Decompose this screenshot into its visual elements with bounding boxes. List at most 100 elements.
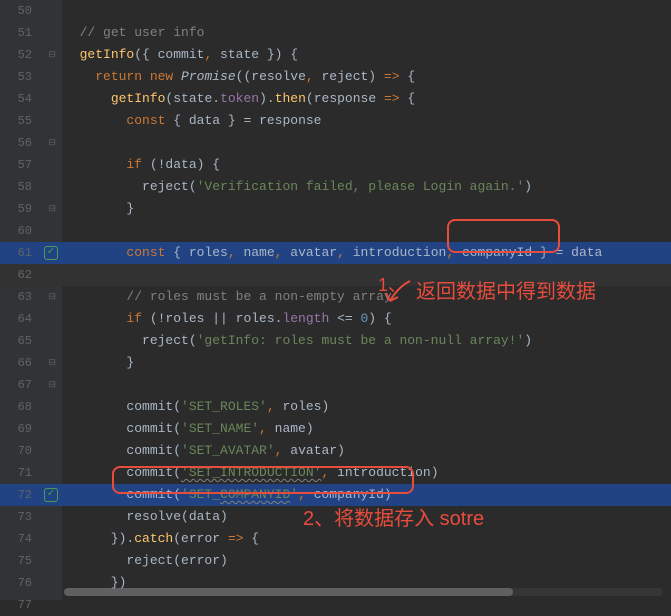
code-line[interactable] [62,220,671,242]
code-line[interactable]: const { roles, name, avatar, introductio… [62,242,671,264]
scrollbar-thumb[interactable] [64,588,513,596]
code-line[interactable]: reject(error) [62,550,671,572]
line-number[interactable]: 72 [8,484,32,506]
code-line[interactable]: getInfo(state.token).then(response => { [62,88,671,110]
code-line[interactable]: commit('SET_COMPANYID', companyId) [62,484,671,506]
code-token: { [173,113,189,128]
line-number[interactable]: 76 [8,572,32,594]
line-number[interactable]: 54 [8,88,32,110]
line-number[interactable]: 65 [8,330,32,352]
code-token: token [220,91,259,106]
fold-icon[interactable]: ⊟ [48,352,56,374]
code-line[interactable]: resolve(data) [62,506,671,528]
gutter-line: 68 [0,396,62,418]
code-line[interactable]: reject('Verification failed, please Logi… [62,176,671,198]
line-number[interactable]: 69 [8,418,32,440]
code-line[interactable]: // roles must be a non-empty array [62,286,671,308]
code-token: ( [306,91,314,106]
line-number[interactable]: 70 [8,440,32,462]
line-number[interactable]: 71 [8,462,32,484]
code-line[interactable] [62,594,671,616]
code-line[interactable]: } [62,198,671,220]
code-line[interactable] [62,374,671,396]
line-number[interactable]: 75 [8,550,32,572]
code-line[interactable]: if (!data) { [62,154,671,176]
gutter: 505152 ⊟ 53545556 ⊟ 575859 ⊟ 6061 ✓ 6263 ⊟ 646566 ⊟… [0,0,62,600]
line-number[interactable]: 66 [8,352,32,374]
line-number[interactable]: 63 [8,286,32,308]
horizontal-scrollbar[interactable] [64,588,663,596]
code-token: (!roles || roles. [150,311,283,326]
line-number[interactable]: 56 [8,132,32,154]
line-number[interactable]: 50 [8,0,32,22]
line-number[interactable]: 53 [8,66,32,88]
vcs-change-icon: ✓ [44,488,58,502]
code-token: , [204,47,220,62]
code-line[interactable] [62,132,671,154]
code-token: 'getInfo: roles must be a non-null array… [197,333,525,348]
code-line[interactable]: commit('SET_NAME', name) [62,418,671,440]
line-number[interactable]: 77 [8,594,32,616]
fold-icon[interactable]: ⊟ [48,132,56,154]
fold-icon[interactable]: ⊟ [48,198,56,220]
code-token [64,47,80,62]
code-line[interactable]: return new Promise((resolve, reject) => … [62,66,671,88]
code-line[interactable]: commit('SET_ROLES', roles) [62,396,671,418]
code-token: { [407,69,415,84]
line-number[interactable]: 64 [8,308,32,330]
code-line[interactable]: }).catch(error => { [62,528,671,550]
code-line[interactable] [62,264,671,286]
line-number[interactable]: 74 [8,528,32,550]
code-token: // get user info [80,25,205,40]
gutter-line: 54 [0,88,62,110]
code-line[interactable]: commit('SET_INTRODUCTION', introduction) [62,462,671,484]
line-number[interactable]: 68 [8,396,32,418]
code-area[interactable]: // get user info getInfo({ commit, state… [62,0,671,600]
code-token: commit( [126,399,181,414]
line-number[interactable]: 60 [8,220,32,242]
code-token: 'SET_ [181,487,220,502]
code-token: 'SET_AVATAR' [181,443,275,458]
line-number[interactable]: 67 [8,374,32,396]
line-number[interactable]: 59 [8,198,32,220]
code-line[interactable]: } [62,352,671,374]
code-line[interactable]: getInfo({ commit, state }) { [62,44,671,66]
gutter-line: 50 [0,0,62,22]
code-token [64,399,126,414]
fold-icon[interactable]: ⊟ [48,374,56,396]
line-number[interactable]: 61 [8,242,32,264]
code-token: . [212,91,220,106]
line-number[interactable]: 62 [8,264,32,286]
line-number[interactable]: 55 [8,110,32,132]
code-line[interactable]: commit('SET_AVATAR', avatar) [62,440,671,462]
fold-icon[interactable]: ⊟ [48,286,56,308]
line-number[interactable]: 73 [8,506,32,528]
code-token [64,91,111,106]
code-token: companyId [462,245,540,260]
line-number[interactable]: 51 [8,22,32,44]
code-token: (error [173,531,228,546]
code-line[interactable]: // get user info [62,22,671,44]
code-token: reject( [142,333,197,348]
code-line[interactable]: const { data } = response [62,110,671,132]
code-token: companyId) [314,487,392,502]
line-number[interactable]: 57 [8,154,32,176]
gutter-line: 62 [0,264,62,286]
code-token: , [267,399,283,414]
code-token: ) [524,179,532,194]
code-editor[interactable]: 505152 ⊟ 53545556 ⊟ 575859 ⊟ 6061 ✓ 6263 ⊟ 646566 ⊟… [0,0,671,600]
gutter-line: 56 ⊟ [0,132,62,154]
code-line[interactable]: reject('getInfo: roles must be a non-nul… [62,330,671,352]
line-number[interactable]: 52 [8,44,32,66]
line-number[interactable]: 58 [8,176,32,198]
code-token: introduction) [337,465,438,480]
code-line[interactable] [62,0,671,22]
code-token: 'SET_NAME' [181,421,259,436]
code-token: ) [368,69,384,84]
fold-icon[interactable]: ⊟ [48,44,56,66]
code-token: ) { [368,311,391,326]
code-token: }) { [267,47,298,62]
code-token: reject [321,69,368,84]
code-token: name [243,245,274,260]
code-line[interactable]: if (!roles || roles.length <= 0) { [62,308,671,330]
